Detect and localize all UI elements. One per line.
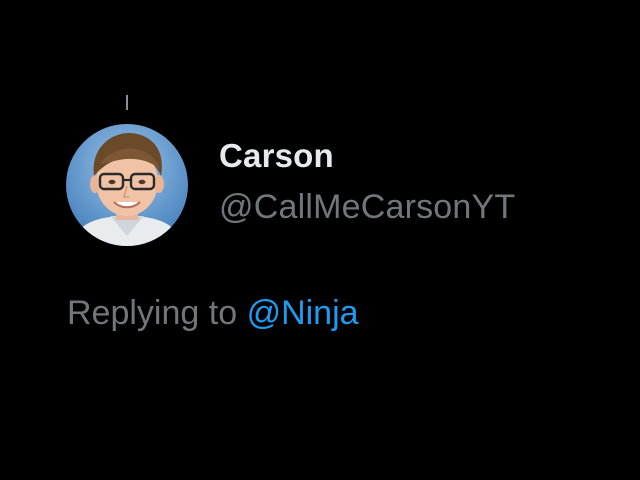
thread-connector-line: [126, 95, 128, 110]
user-info: Carson @CallMeCarsonYT: [219, 136, 515, 227]
user-handle[interactable]: @CallMeCarsonYT: [219, 187, 515, 227]
replying-to-label: Replying to: [67, 294, 238, 332]
display-name[interactable]: Carson: [219, 136, 515, 176]
avatar[interactable]: [66, 124, 188, 246]
reply-target-link[interactable]: @Ninja: [247, 294, 359, 332]
tweet-header: Carson @CallMeCarsonYT: [66, 124, 586, 246]
replying-to-line: Replying to @Ninja: [67, 292, 359, 334]
profile-photo-icon: [66, 124, 188, 246]
